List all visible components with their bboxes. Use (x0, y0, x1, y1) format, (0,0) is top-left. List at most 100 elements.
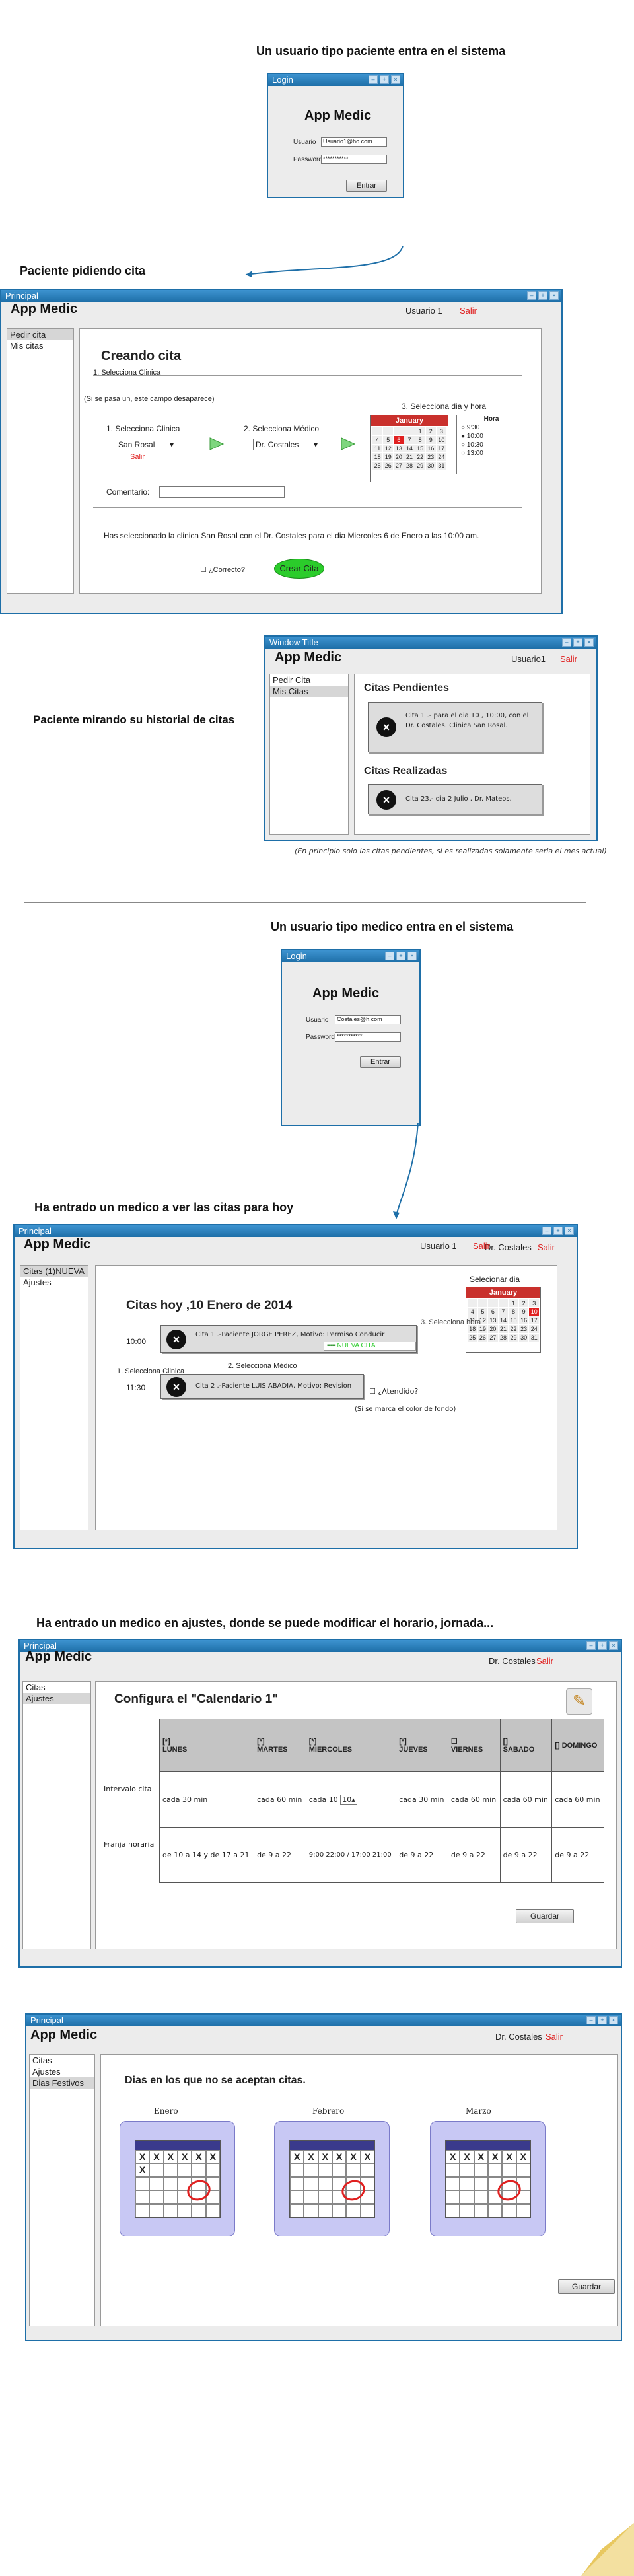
app-title: App Medic (25, 1649, 92, 1664)
minimize-icon[interactable]: – (562, 638, 571, 647)
interval-cell[interactable]: cada 60 min (551, 1771, 604, 1828)
interval-cell[interactable]: cada 30 min (396, 1771, 448, 1828)
interval-cell[interactable]: cada 60 min (254, 1771, 306, 1828)
maximize-icon[interactable]: + (538, 291, 547, 300)
day-header[interactable]: [*] MARTES (254, 1719, 306, 1772)
date-calendar[interactable]: January 123 4 5 6 7 8 9 10 11 12 13 14 15 16 17 18 19… (370, 415, 448, 482)
close-icon[interactable]: × (584, 638, 594, 647)
hint-text: (Si se pasa un, este campo desaparece) (84, 395, 215, 403)
logout-link[interactable]: Salir (546, 2032, 563, 2042)
password-field[interactable]: *********** (335, 1032, 401, 1042)
save-button[interactable]: Guardar (516, 1909, 574, 1923)
day-header[interactable]: ☐ VIERNES (447, 1719, 501, 1772)
day-header[interactable]: [*] JUEVES (396, 1719, 448, 1772)
logout-link[interactable]: Salir (460, 306, 477, 316)
close-icon[interactable]: × (549, 291, 559, 300)
sidebar-item-ajustes[interactable]: Ajustes (30, 2066, 94, 2077)
pending-card[interactable]: × Cita 1 .- para el dia 10 , 10:00, con … (368, 702, 542, 752)
minimize-icon[interactable]: – (586, 1641, 596, 1650)
hours-cell[interactable]: de 9 a 22 (447, 1827, 501, 1883)
user-field[interactable]: Usuario1@ho.com (321, 137, 387, 147)
sidebar-item-dias-festivos[interactable]: Dias Festivos (30, 2077, 94, 2089)
sidebar-item-pedir-cita[interactable]: Pedir Cita (270, 674, 348, 686)
close-icon[interactable]: × (407, 952, 417, 960)
hour-option[interactable]: ○ 13:00 (457, 449, 526, 458)
sidebar-item-ajustes[interactable]: Ajustes (23, 1693, 90, 1704)
close-icon[interactable]: × (391, 75, 400, 84)
close-icon[interactable]: × (565, 1227, 574, 1235)
maximize-icon[interactable]: + (598, 2016, 607, 2024)
month-calendar-febrero[interactable]: XXXXXX (274, 2121, 390, 2236)
appointment-card-1[interactable]: × Cita 1 .-Paciente JORGE PEREZ, Motivo:… (160, 1325, 417, 1353)
sidebar-item-mis-citas[interactable]: Mis citas (7, 340, 73, 351)
hours-cell[interactable]: de 9 a 22 (254, 1827, 306, 1883)
maximize-icon[interactable]: + (380, 75, 389, 84)
logout-link-2[interactable]: Salir (538, 1242, 555, 1252)
interval-cell[interactable]: cada 30 min (158, 1771, 255, 1828)
logout-link[interactable]: Salir (536, 1656, 553, 1666)
hours-cell[interactable]: de 10 a 14 y de 17 a 21 (158, 1827, 255, 1883)
sidebar-item-citas[interactable]: Citas (23, 1682, 90, 1693)
edit-pencil-icon[interactable]: ✎ (566, 1688, 592, 1715)
save-button[interactable]: Guardar (558, 2279, 615, 2294)
appointment-card-2[interactable]: × Cita 2 .-Paciente LUIS ABADIA, Motivo:… (160, 1374, 364, 1399)
doctor-select[interactable]: Dr. Costales ▾ (253, 439, 320, 450)
login-button[interactable]: Entrar (346, 180, 387, 192)
cancel-icon[interactable]: × (166, 1330, 186, 1349)
day-header[interactable]: [*] LUNES (158, 1719, 255, 1772)
panel-title: Creando cita (101, 349, 182, 363)
confirm-checkbox[interactable]: ☐ ¿Correcto? (200, 565, 245, 574)
user-name: Usuario1 (511, 654, 546, 664)
minimize-icon[interactable]: – (586, 2016, 596, 2024)
attended-checkbox[interactable]: ☐ ¿Atendido? (369, 1387, 418, 1396)
interval-cell[interactable]: cada 60 min (447, 1771, 501, 1828)
sidebar-item-pedir-cita[interactable]: Pedir cita (7, 329, 73, 340)
day-header[interactable]: [] SABADO (499, 1719, 553, 1772)
sidebar-item-citas[interactable]: Citas (1)NUEVA (20, 1266, 88, 1277)
maximize-icon[interactable]: + (553, 1227, 563, 1235)
close-icon[interactable]: × (609, 1641, 618, 1650)
minimize-icon[interactable]: – (542, 1227, 551, 1235)
logout-link[interactable]: Salir (560, 654, 577, 664)
clinic-select[interactable]: San Rosal ▾ (116, 439, 176, 450)
create-button[interactable]: Crear Cita (274, 559, 324, 579)
hour-option[interactable]: ○ 9:30 (457, 423, 526, 432)
login-button[interactable]: Entrar (360, 1056, 401, 1068)
pending-title: Citas Pendientes (364, 682, 449, 694)
ghost-step2: 2. Selecciona Médico (228, 1362, 297, 1370)
hours-list[interactable]: Hora ○ 9:30 ● 10:00 ○ 10:30 ○ 13:00 (456, 415, 526, 474)
hour-option[interactable]: ○ 10:30 (457, 441, 526, 449)
main-panel: Creando cita 1. Selecciona Clinica (Si s… (79, 328, 542, 594)
interval-cell[interactable]: cada 10 10▴ (305, 1771, 397, 1828)
day-header[interactable]: [] DOMINGO (551, 1719, 604, 1772)
cancel-icon[interactable]: × (166, 1377, 186, 1397)
hours-cell[interactable]: de 9 a 22 (396, 1827, 448, 1883)
maximize-icon[interactable]: + (573, 638, 582, 647)
close-icon[interactable]: × (609, 2016, 618, 2024)
minimize-icon[interactable]: – (369, 75, 378, 84)
hours-cell[interactable]: 9:00 22:00 / 17:00 21:00 (305, 1827, 397, 1883)
sidebar-item-ajustes[interactable]: Ajustes (20, 1277, 88, 1288)
maximize-icon[interactable]: + (396, 952, 405, 960)
comment-field[interactable] (159, 486, 285, 498)
cancel-icon[interactable]: × (376, 717, 396, 737)
minimize-icon[interactable]: – (385, 952, 394, 960)
time-1: 10:00 (126, 1337, 147, 1346)
sidebar-item-citas[interactable]: Citas (30, 2055, 94, 2066)
calendar-grid[interactable]: 123 4 5 6 7 8 9 10 11 12 13 14 15 16 17 18 19 20 21 22 23… (371, 426, 448, 471)
cancel-icon[interactable]: × (376, 790, 396, 810)
hours-cell[interactable]: de 9 a 22 (499, 1827, 553, 1883)
hour-option[interactable]: ● 10:00 (457, 432, 526, 441)
sidebar-item-mis-citas[interactable]: Mis Citas (270, 686, 348, 697)
month-calendar-enero[interactable]: XXXXXXX (120, 2121, 235, 2236)
logout-link[interactable]: Salir (473, 1241, 490, 1251)
maximize-icon[interactable]: + (598, 1641, 607, 1650)
minimize-icon[interactable]: – (527, 291, 536, 300)
day-header[interactable]: [*] MIERCOLES (305, 1719, 397, 1772)
interval-cell[interactable]: cada 60 min (499, 1771, 553, 1828)
done-card[interactable]: × Cita 23.- dia 2 Julio , Dr. Mateos. (368, 784, 542, 814)
password-field[interactable]: *********** (321, 155, 387, 164)
user-field[interactable]: Costales@h.com (335, 1015, 401, 1024)
month-calendar-marzo[interactable]: XXXXXX (430, 2121, 546, 2236)
hours-cell[interactable]: de 9 a 22 (551, 1827, 604, 1883)
